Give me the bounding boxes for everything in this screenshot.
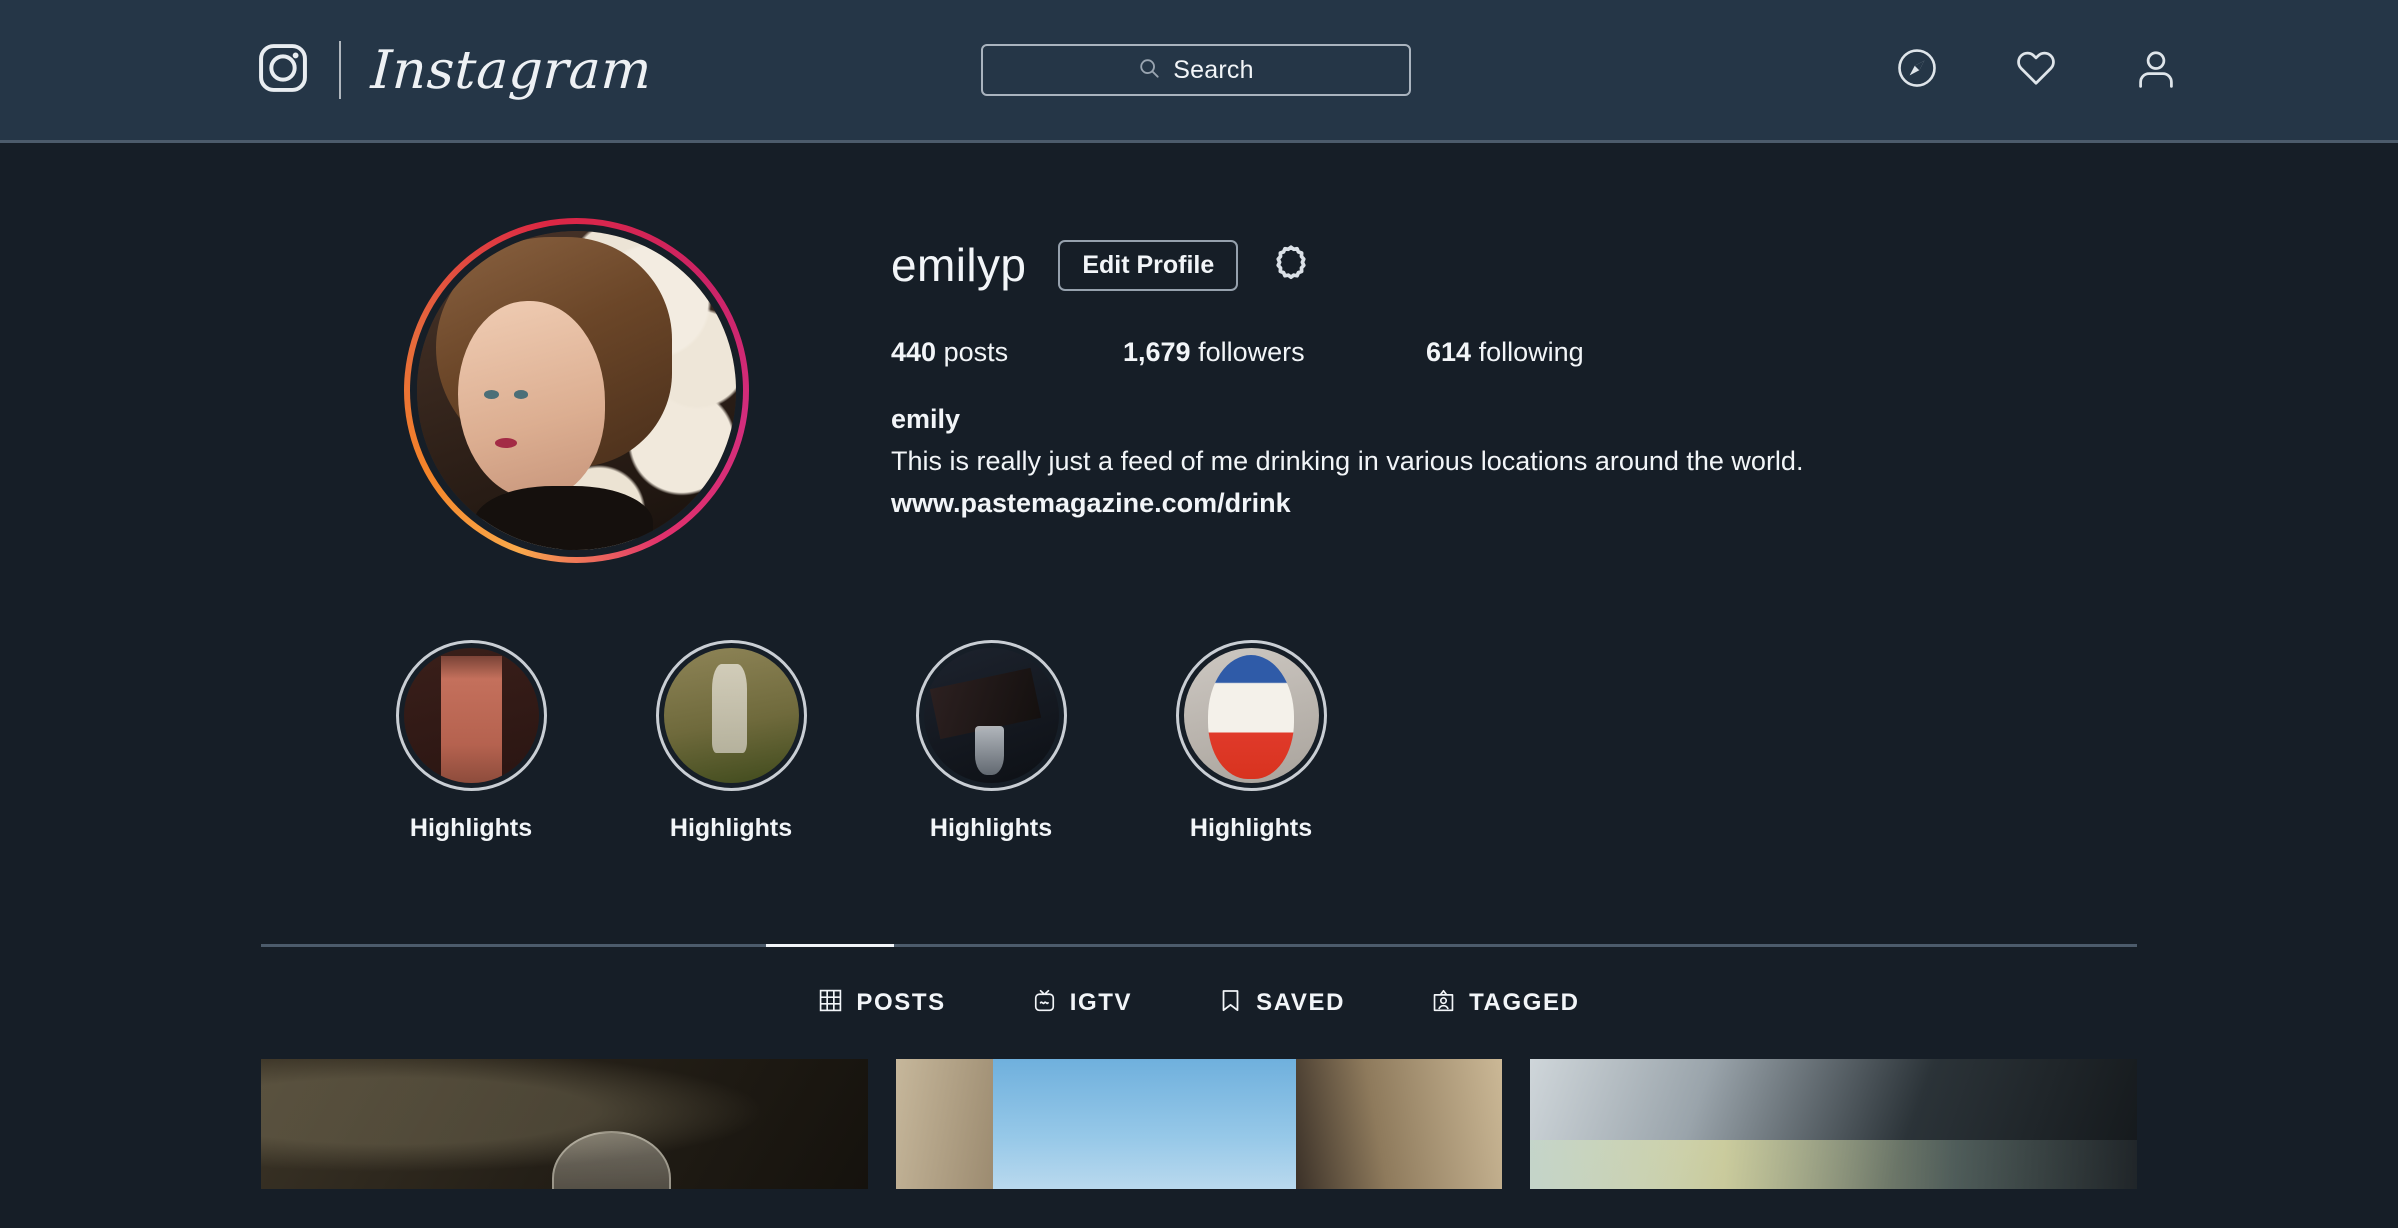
highlight-label: Highlights [409,814,533,842]
posts-grid [261,1059,2138,1189]
highlight-item[interactable]: Highlights [341,640,601,843]
profile-bio-text: This is really just a feed of me drinkin… [891,445,1804,476]
bookmark-icon [1218,988,1243,1018]
highlight-item[interactable]: Highlights [1121,640,1381,843]
post-thumbnail[interactable] [1530,1059,2138,1189]
tab-igtv[interactable]: IGTV [1032,988,1132,1018]
search-icon [1138,57,1160,84]
avatar-eye-right [513,390,529,399]
profile-full-name: emily [891,404,961,434]
tab-saved-label: SAVED [1256,989,1346,1016]
explore-compass-icon[interactable] [1896,47,1938,94]
stat-posts[interactable]: 440 posts [891,337,1123,368]
highlight-label: Highlights [669,814,793,842]
edit-profile-button[interactable]: Edit Profile [1058,239,1239,291]
stat-followers-label: followers [1198,337,1305,367]
tabs-divider [261,944,2137,947]
tab-tagged-label: TAGGED [1469,989,1580,1016]
search-input[interactable]: Search [981,44,1411,96]
stat-posts-count: 440 [891,337,937,367]
header-icon-group [1896,46,2178,95]
highlight-item[interactable]: Highlights [861,640,1121,843]
content-container: emilyp Edit Profile 440 posts 1,679 foll… [261,143,2138,1189]
avatar-lips [494,437,517,448]
story-ring[interactable] [403,218,749,563]
stat-following-label: following [1478,337,1584,367]
avatar-eye-left [484,390,500,399]
highlight-thumbnail [1183,648,1319,783]
profile-bio: emily This is really just a feed of me d… [891,404,2137,520]
stat-following[interactable]: 614 following [1426,337,1584,368]
avatar-inner [409,224,743,557]
profile-website-link[interactable]: www.pastemagazine.com/drink [891,488,1291,520]
instagram-camera-icon[interactable] [255,40,311,101]
highlight-thumbnail [403,648,539,783]
highlight-thumbnail [663,648,799,783]
stat-followers[interactable]: 1,679 followers [1123,337,1426,368]
avatar-column [261,218,891,563]
page-title: emilyp [891,239,1027,291]
search-container[interactable]: Search [981,44,1411,96]
tab-posts[interactable]: POSTS [818,988,945,1018]
avatar[interactable] [416,231,736,550]
profile-person-icon[interactable] [2134,46,2178,95]
tab-igtv-label: IGTV [1069,989,1133,1016]
tab-posts-label: POSTS [856,989,946,1016]
search-placeholder: Search [1173,55,1254,84]
brand-wordmark: Instagram [369,39,654,101]
stat-following-count: 614 [1426,337,1472,367]
brand-divider [339,41,341,99]
brand-logo[interactable]: Instagram [255,39,654,101]
story-highlights: Highlights Highlights Highlights Highlig… [261,640,2137,843]
highlight-ring [915,640,1067,791]
igtv-icon [1032,988,1057,1018]
tagged-person-icon [1431,988,1456,1018]
avatar-shoulder [473,486,653,550]
stat-followers-count: 1,679 [1123,337,1191,367]
post-thumbnail[interactable] [261,1059,868,1189]
post-thumbnail[interactable] [895,1059,1503,1189]
highlight-ring [395,640,547,791]
profile-tabs: POSTS IGTV SAVED TAGGED [261,947,2137,1018]
username-row: emilyp Edit Profile [891,236,2137,294]
highlight-ring [655,640,807,791]
settings-button[interactable] [1270,243,1312,288]
profile-header: emilyp Edit Profile 440 posts 1,679 foll… [261,143,2137,563]
highlight-thumbnail [923,648,1059,783]
profile-info: emilyp Edit Profile 440 posts 1,679 foll… [891,218,2137,563]
gear-icon [1270,243,1312,288]
tab-saved[interactable]: SAVED [1218,988,1345,1018]
highlight-ring [1175,640,1327,791]
tab-tagged[interactable]: TAGGED [1431,988,1580,1018]
highlight-item[interactable]: Highlights [601,640,861,843]
grid-icon [818,988,843,1018]
profile-page: emilyp Edit Profile 440 posts 1,679 foll… [0,143,2398,1225]
profile-stats: 440 posts 1,679 followers 614 following [891,337,2137,368]
highlight-label: Highlights [1189,814,1313,842]
top-navigation-bar: Instagram Search [0,0,2398,143]
stat-posts-label: posts [943,337,1009,367]
highlight-label: Highlights [929,814,1053,842]
active-tab-indicator [766,944,894,947]
activity-heart-icon[interactable] [2014,46,2058,95]
